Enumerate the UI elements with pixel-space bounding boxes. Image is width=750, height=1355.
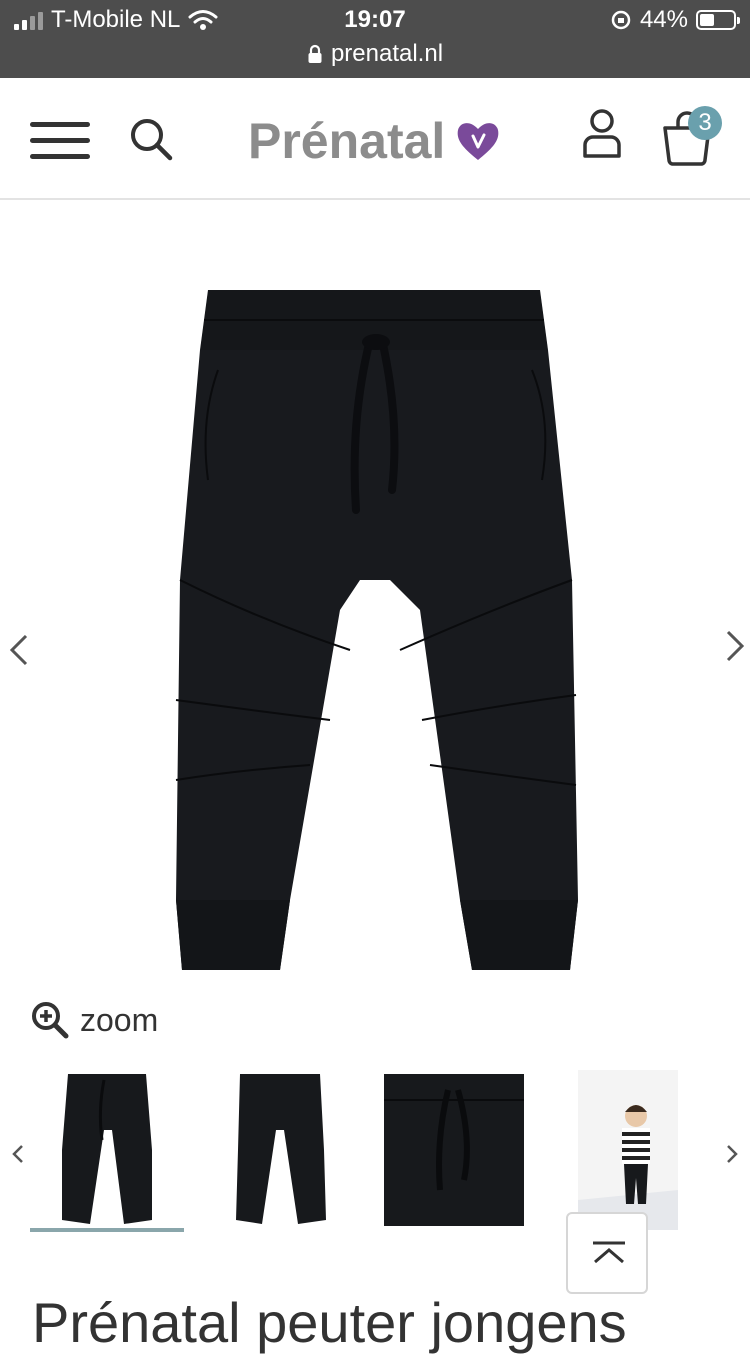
logo-text: Prénatal — [248, 113, 446, 169]
rotation-lock-icon — [611, 10, 631, 30]
battery-fill — [700, 14, 714, 26]
menu-icon[interactable] — [30, 122, 90, 162]
logo[interactable]: Prénatal — [248, 112, 501, 170]
battery-percent: 44% — [639, 6, 688, 33]
thumb-back[interactable] — [234, 1070, 326, 1230]
thumb-detail[interactable] — [384, 1070, 524, 1230]
zoom-button[interactable]: zoom — [30, 1000, 158, 1040]
thumb-front[interactable] — [60, 1070, 154, 1230]
zoom-in-icon — [32, 1002, 69, 1039]
status-right: 44% — [610, 6, 740, 34]
search-icon[interactable] — [128, 116, 174, 162]
chevron-left-icon[interactable] — [6, 630, 36, 670]
product-main-image[interactable] — [160, 280, 590, 980]
thumb-selected-indicator — [30, 1228, 184, 1232]
cart-count-badge: 3 — [688, 106, 722, 140]
zoom-label: zoom — [80, 1001, 159, 1038]
thumbs-prev-icon[interactable] — [8, 1142, 28, 1166]
url-text: prenatal.nl — [330, 40, 444, 67]
product-title: Prénatal peuter jongens — [32, 1291, 627, 1354]
thumb-model[interactable] — [578, 1070, 678, 1230]
status-bar: T-Mobile NL 19:07 44% prenatal.nl — [0, 0, 750, 78]
chevron-right-icon[interactable] — [718, 626, 748, 666]
thumbs-next-icon[interactable] — [722, 1142, 742, 1166]
lock-icon — [308, 44, 322, 63]
battery-icon — [696, 10, 740, 30]
site-header: Prénatal 3 — [0, 78, 750, 200]
url-bar[interactable]: prenatal.nl — [0, 40, 750, 68]
arrow-up-icon — [593, 1241, 625, 1264]
heart-logo-icon — [457, 123, 499, 160]
account-icon[interactable] — [580, 108, 624, 160]
scroll-to-top-button[interactable] — [566, 1212, 648, 1294]
